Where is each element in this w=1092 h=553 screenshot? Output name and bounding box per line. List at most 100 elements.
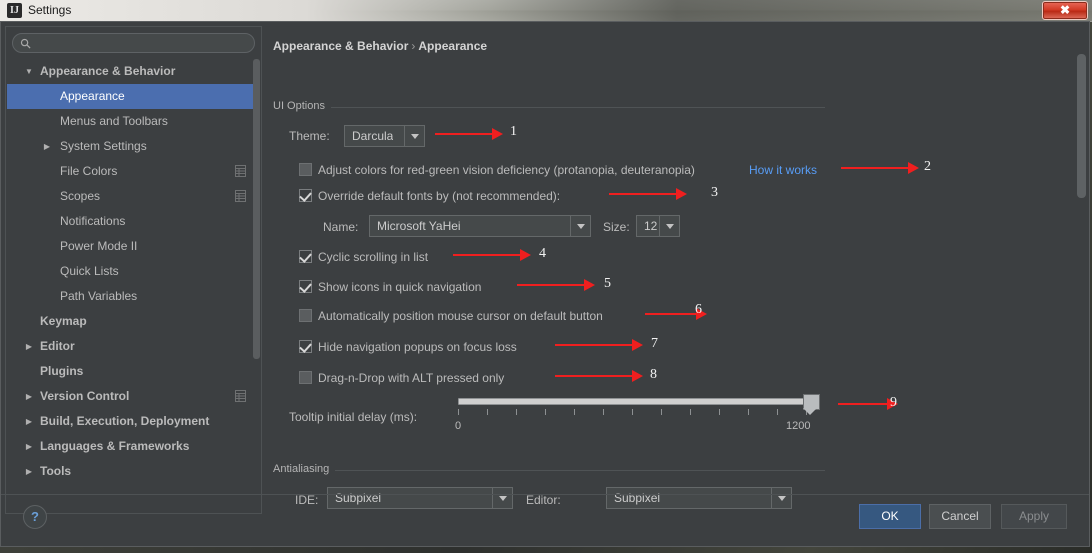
slider-tick bbox=[719, 409, 720, 415]
settings-dialog: ▼ Appearance & Behavior Appearance Menus an… bbox=[0, 21, 1090, 547]
font-name-combobox[interactable]: Microsoft YaHei bbox=[369, 215, 591, 237]
breadcrumb-root[interactable]: Appearance & Behavior bbox=[273, 39, 408, 53]
checkbox-cyclic-scrolling[interactable] bbox=[299, 250, 312, 263]
annotation-number-7: 7 bbox=[651, 336, 658, 351]
breadcrumb-leaf: Appearance bbox=[418, 39, 488, 53]
sidebar-item-build-execution-deployment[interactable]: ▶ Build, Execution, Deployment bbox=[7, 409, 256, 434]
sidebar-item-plugins[interactable]: Plugins bbox=[7, 359, 256, 384]
sidebar-item-label: Menus and Toolbars bbox=[60, 114, 168, 128]
chevron-right-icon[interactable]: ▶ bbox=[23, 384, 35, 409]
help-button[interactable]: ? bbox=[23, 505, 47, 529]
sidebar-item-notifications[interactable]: Notifications bbox=[7, 209, 256, 234]
breadcrumb: Appearance & Behavior › Appearance bbox=[273, 39, 487, 53]
sidebar-item-file-colors[interactable]: File Colors bbox=[7, 159, 256, 184]
sidebar-item-editor[interactable]: ▶ Editor bbox=[7, 334, 256, 359]
annotation-number-9: 9 bbox=[890, 395, 897, 410]
chevron-down-icon[interactable]: ▼ bbox=[23, 59, 35, 84]
ui-options-title: UI Options bbox=[273, 100, 331, 112]
tooltip-delay-label: Tooltip initial delay (ms): bbox=[289, 410, 418, 424]
chevron-down-icon[interactable] bbox=[659, 216, 679, 236]
annotation-arrow-3 bbox=[609, 187, 687, 201]
checkbox-override-fonts[interactable] bbox=[299, 189, 312, 202]
tooltip-delay-slider[interactable]: 0 1200 bbox=[455, 394, 825, 439]
sidebar-item-languages-frameworks[interactable]: ▶ Languages & Frameworks bbox=[7, 434, 256, 459]
apply-button[interactable]: Apply bbox=[1001, 504, 1067, 529]
chevron-right-icon[interactable]: ▶ bbox=[23, 434, 35, 459]
cancel-button[interactable]: Cancel bbox=[929, 504, 991, 529]
sidebar-item-system-settings[interactable]: ▶ System Settings bbox=[7, 134, 256, 159]
theme-combobox[interactable]: Darcula bbox=[344, 125, 425, 147]
settings-tree: ▼ Appearance & Behavior Appearance Menus an… bbox=[7, 59, 256, 511]
slider-track[interactable] bbox=[458, 398, 810, 405]
annotation-number-4: 4 bbox=[539, 246, 546, 261]
checkbox-label-override-fonts: Override default fonts by (not recommend… bbox=[318, 189, 561, 203]
slider-tick bbox=[516, 409, 517, 415]
sidebar-item-label: Tools bbox=[40, 464, 72, 478]
content-scrollbar[interactable] bbox=[1077, 26, 1086, 514]
close-button[interactable]: ✖ bbox=[1042, 1, 1088, 20]
checkbox-auto-position-cursor[interactable] bbox=[299, 309, 312, 322]
sidebar-item-appearance-behavior[interactable]: ▼ Appearance & Behavior bbox=[7, 59, 256, 84]
checkbox-label-cyclic-scrolling: Cyclic scrolling in list bbox=[318, 250, 429, 264]
how-it-works-link[interactable]: How it works bbox=[749, 161, 817, 179]
sidebar-item-appearance[interactable]: Appearance bbox=[7, 84, 256, 109]
annotation-number-2: 2 bbox=[924, 159, 931, 174]
sidebar-item-label: Path Variables bbox=[60, 289, 138, 303]
annotation-arrow-8 bbox=[555, 369, 643, 383]
checkbox-label-hide-nav-popups: Hide navigation popups on focus loss bbox=[318, 340, 517, 354]
chevron-right-icon[interactable]: ▶ bbox=[23, 409, 35, 434]
chevron-right-icon[interactable]: ▶ bbox=[23, 459, 35, 484]
font-size-value: 12 bbox=[644, 219, 658, 233]
sidebar-item-quick-lists[interactable]: Quick Lists bbox=[7, 259, 256, 284]
checkbox-hide-nav-popups[interactable] bbox=[299, 340, 312, 353]
sidebar-item-menus-and-toolbars[interactable]: Menus and Toolbars bbox=[7, 109, 256, 134]
chevron-down-icon[interactable] bbox=[404, 126, 424, 146]
ok-button[interactable]: OK bbox=[859, 504, 921, 529]
annotation-arrow-5 bbox=[517, 278, 595, 292]
checkbox-color-deficiency[interactable] bbox=[299, 163, 312, 176]
antialiasing-divider bbox=[273, 470, 825, 471]
slider-thumb[interactable] bbox=[803, 394, 820, 415]
sidebar-item-version-control[interactable]: ▶ Version Control bbox=[7, 384, 256, 409]
config-icon bbox=[235, 190, 246, 202]
annotation-arrow-9 bbox=[838, 397, 898, 411]
font-size-combobox[interactable]: 12 bbox=[636, 215, 680, 237]
sidebar-item-path-variables[interactable]: Path Variables bbox=[7, 284, 256, 309]
search-input[interactable] bbox=[37, 35, 253, 53]
chevron-down-icon[interactable] bbox=[570, 216, 590, 236]
window-title-bar: IJ Settings ✖ bbox=[0, 0, 1092, 22]
sidebar-item-label: Keymap bbox=[40, 314, 87, 328]
sidebar-scrollbar-thumb[interactable] bbox=[253, 59, 260, 359]
slider-tick bbox=[748, 409, 749, 415]
sidebar-item-scopes[interactable]: Scopes bbox=[7, 184, 256, 209]
config-icon bbox=[235, 390, 246, 402]
checkbox-label-auto-position-cursor: Automatically position mouse cursor on d… bbox=[318, 309, 603, 323]
sidebar-scrollbar[interactable] bbox=[253, 59, 260, 511]
sidebar-item-label: Appearance & Behavior bbox=[40, 64, 176, 78]
checkbox-label-color-deficiency: Adjust colors for red-green vision defic… bbox=[318, 163, 695, 177]
sidebar-item-label: Notifications bbox=[60, 214, 126, 228]
content-scrollbar-thumb[interactable] bbox=[1077, 54, 1086, 198]
sidebar-item-label: Appearance bbox=[60, 89, 125, 103]
sidebar-item-keymap[interactable]: Keymap bbox=[7, 309, 256, 334]
sidebar-item-tools[interactable]: ▶ Tools bbox=[7, 459, 256, 484]
chevron-right-icon[interactable]: ▶ bbox=[23, 334, 35, 359]
sidebar-item-label: Scopes bbox=[60, 189, 101, 203]
chevron-right-icon[interactable]: ▶ bbox=[41, 134, 53, 159]
sidebar-search-box[interactable] bbox=[12, 33, 255, 53]
checkbox-dnd-alt[interactable] bbox=[299, 371, 312, 384]
sidebar-item-power-mode-ii[interactable]: Power Mode II bbox=[7, 234, 256, 259]
slider-tick bbox=[458, 409, 459, 415]
slider-tick bbox=[661, 409, 662, 415]
checkbox-show-icons-quick-nav[interactable] bbox=[299, 280, 312, 293]
checkbox-label-dnd-alt: Drag-n-Drop with ALT pressed only bbox=[318, 371, 505, 385]
ui-options-divider bbox=[273, 107, 825, 108]
breadcrumb-separator: › bbox=[411, 39, 416, 53]
desktop-background: IJ Settings ✖ ▼ Appearance & Behavior Appe… bbox=[0, 0, 1092, 553]
